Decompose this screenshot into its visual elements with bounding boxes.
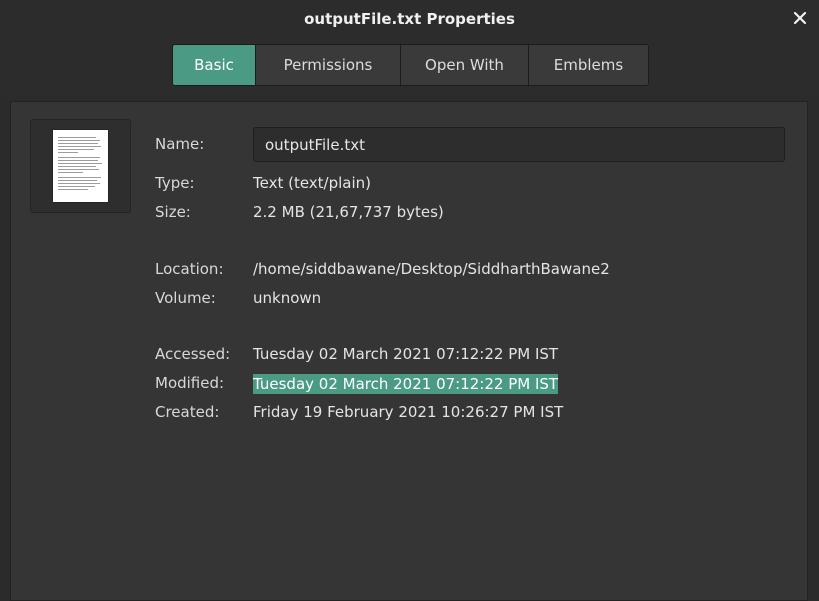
tab-permissions[interactable]: Permissions — [256, 45, 401, 85]
size-value: 2.2 MB (21,67,737 bytes) — [253, 203, 444, 221]
volume-value: unknown — [253, 289, 322, 307]
accessed-value: Tuesday 02 March 2021 07:12:22 PM IST — [253, 345, 559, 363]
accessed-label: Accessed: — [155, 345, 231, 363]
location-value: /home/siddbawane/Desktop/SiddharthBawane… — [253, 260, 610, 278]
location-label: Location: — [155, 260, 224, 278]
created-label: Created: — [155, 403, 220, 421]
tab-label: Open With — [425, 56, 504, 74]
created-value: Friday 19 February 2021 10:26:27 PM IST — [253, 403, 564, 421]
tab-emblems[interactable]: Emblems — [529, 45, 648, 85]
modified-value[interactable]: Tuesday 02 March 2021 07:12:22 PM IST — [253, 374, 559, 394]
size-label: Size: — [155, 203, 191, 221]
title-bar: outputFile.txt Properties — [0, 0, 819, 37]
window-title: outputFile.txt Properties — [304, 9, 515, 28]
tab-list: Basic Permissions Open With Emblems — [172, 44, 649, 86]
type-label: Type: — [155, 174, 195, 192]
tab-label: Emblems — [553, 56, 624, 74]
basic-panel: Name: Type: Text (text/plain) Size: 2.2 … — [10, 101, 808, 601]
tab-basic[interactable]: Basic — [173, 45, 256, 85]
tab-label: Permissions — [283, 56, 373, 74]
name-field[interactable] — [253, 127, 785, 162]
close-icon — [793, 11, 807, 25]
tab-open-with[interactable]: Open With — [401, 45, 529, 85]
tab-bar: Basic Permissions Open With Emblems — [0, 37, 819, 94]
type-value: Text (text/plain) — [253, 174, 372, 192]
modified-label: Modified: — [155, 374, 225, 392]
file-thumbnail[interactable] — [30, 119, 131, 213]
volume-label: Volume: — [155, 289, 216, 307]
close-button[interactable] — [790, 8, 810, 28]
name-label: Name: — [155, 135, 205, 153]
tab-label: Basic — [194, 56, 234, 74]
text-file-icon — [53, 130, 108, 202]
